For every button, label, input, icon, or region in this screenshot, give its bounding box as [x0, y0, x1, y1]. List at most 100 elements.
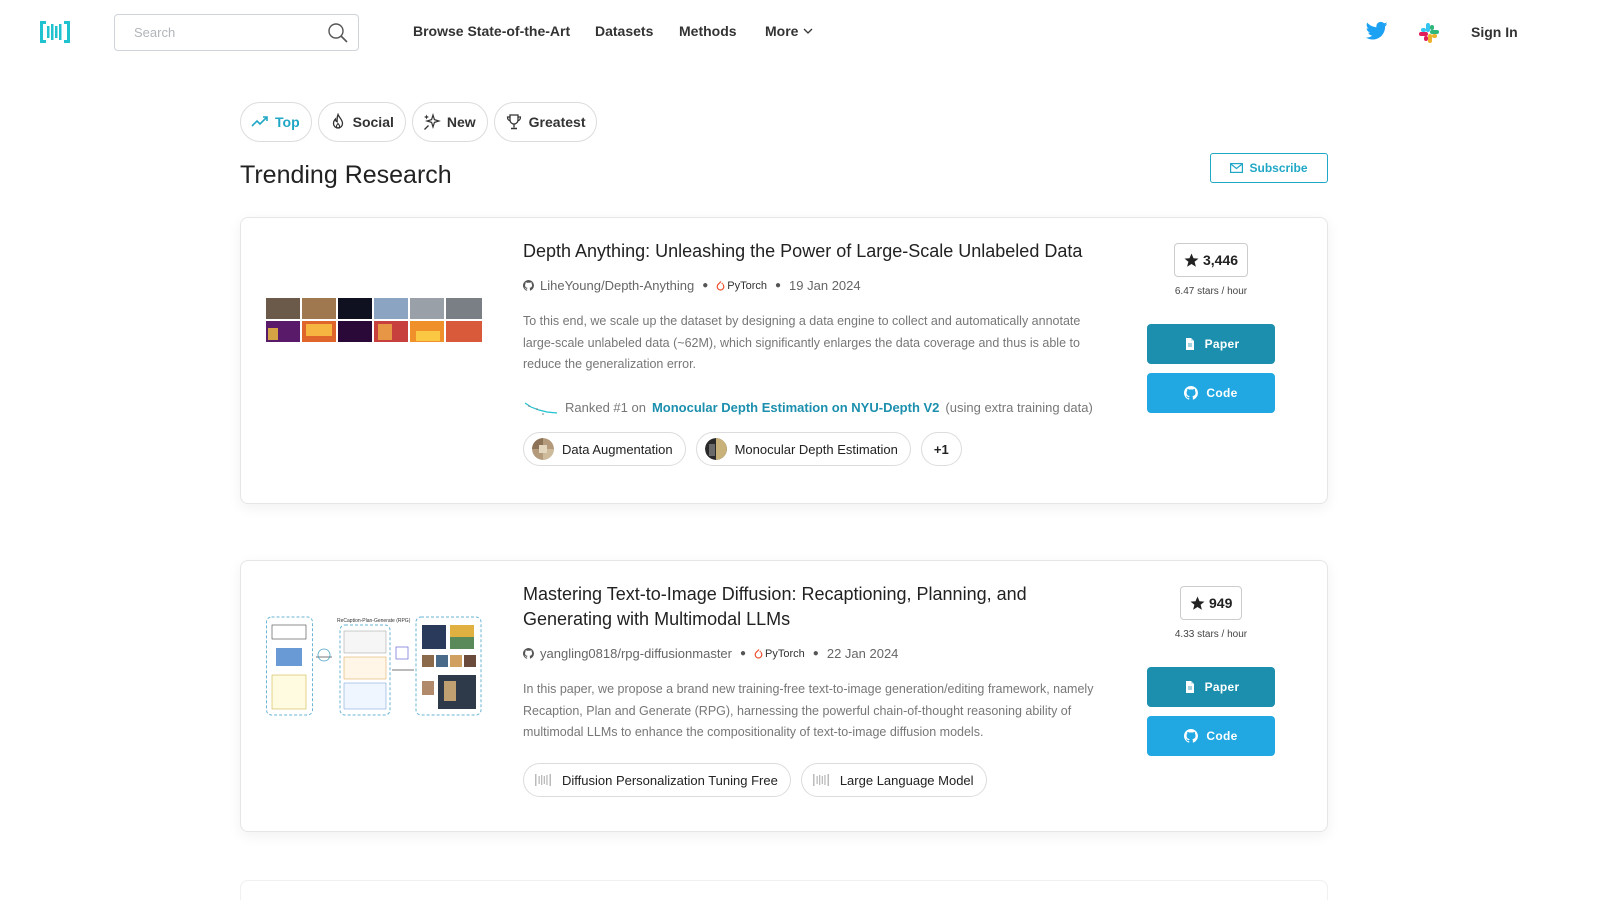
- stars-rate: 6.47 stars / hour: [1174, 286, 1248, 297]
- ranked-prefix: Ranked #1 on: [565, 399, 646, 415]
- tab-greatest[interactable]: Greatest: [493, 102, 598, 142]
- mail-icon: [1230, 163, 1244, 173]
- page-title: Trending Research: [240, 161, 452, 189]
- paper-button-label: Paper: [1204, 337, 1240, 351]
- paper-date: 22 Jan 2024: [826, 646, 899, 661]
- paper-button[interactable]: Paper: [1147, 324, 1275, 364]
- task-thumbnail-icon: [704, 438, 727, 460]
- separator-dot: ●: [775, 280, 782, 291]
- task-chip-label: Monocular Depth Estimation: [734, 441, 898, 457]
- separator-dot: ●: [702, 280, 709, 291]
- tab-top-label: Top: [275, 114, 300, 130]
- framework-label: PyTorch: [765, 647, 805, 660]
- sign-in-link[interactable]: Sign In: [1471, 24, 1518, 40]
- code-button[interactable]: Code: [1147, 373, 1275, 413]
- separator-dot: ●: [740, 648, 747, 659]
- github-icon: [523, 280, 534, 291]
- tab-top[interactable]: Top: [240, 102, 312, 142]
- stars-count: 3,446: [1203, 252, 1239, 268]
- github-icon: [1184, 729, 1199, 743]
- paper-date: 19 Jan 2024: [789, 278, 861, 293]
- nav-more-dropdown[interactable]: More: [765, 23, 813, 39]
- task-chip[interactable]: Monocular Depth Estimation: [695, 432, 911, 466]
- paper-card: Depth Anything: Unleashing the Power of …: [240, 217, 1328, 504]
- stars-rate: 4.33 stars / hour: [1174, 629, 1248, 640]
- framework-badge: PyTorch: [716, 280, 767, 292]
- tab-new[interactable]: New: [411, 102, 488, 142]
- papers-with-code-logo[interactable]: [40, 19, 70, 45]
- trophy-icon: [506, 114, 521, 130]
- trending-up-icon: [251, 116, 268, 127]
- task-chip-label: Diffusion Personalization Tuning Free: [562, 772, 778, 788]
- pytorch-icon: [754, 648, 763, 658]
- github-stars-badge[interactable]: 949: [1180, 586, 1243, 620]
- repo-link[interactable]: LiheYoung/Depth-Anything: [540, 278, 694, 293]
- task-chip[interactable]: Diffusion Personalization Tuning Free: [523, 763, 791, 797]
- tab-social-label: Social: [352, 114, 394, 130]
- task-thumbnail-icon: [532, 438, 554, 460]
- repo-link[interactable]: yangling0818/rpg-diffusionmaster: [540, 646, 732, 661]
- subscribe-label: Subscribe: [1249, 161, 1308, 175]
- paper-button-label: Paper: [1204, 680, 1240, 694]
- sota-sparkline-icon: [524, 402, 558, 415]
- paper-thumbnail[interactable]: ReCaption-Plan-Generate (RPG): [266, 615, 482, 717]
- star-icon: [1184, 253, 1199, 267]
- separator-dot: ●: [812, 648, 819, 659]
- ranked-suffix: (using extra training data): [945, 399, 1093, 415]
- paper-card: ReCaption-Plan-Generate (RPG) Mastering …: [240, 560, 1328, 832]
- file-icon: [1185, 338, 1194, 350]
- sota-ranking: Ranked #1 on Monocular Depth Estimation …: [523, 397, 1093, 417]
- flame-icon: [332, 113, 343, 129]
- framework-label: PyTorch: [727, 279, 767, 292]
- paper-abstract: To this end, we scale up the dataset by …: [523, 314, 1081, 371]
- nav-methods[interactable]: Methods: [679, 23, 737, 39]
- sparkles-icon: [423, 113, 441, 130]
- star-icon: [1190, 596, 1205, 610]
- paper-card-partial: [240, 880, 1328, 900]
- ranked-task-link[interactable]: Monocular Depth Estimation on NYU-Depth …: [652, 400, 939, 415]
- top-navbar: Browse State-of-the-Art Datasets Methods…: [0, 0, 1600, 64]
- trending-filter-tabs: Top Social New Greatest: [240, 102, 598, 142]
- task-chip[interactable]: Data Augmentation: [523, 432, 686, 466]
- task-chip[interactable]: Large Language Model: [800, 763, 987, 797]
- task-chips: Data Augmentation Monocular Depth Estima…: [523, 432, 962, 466]
- task-placeholder-icon: [812, 774, 829, 786]
- paper-title[interactable]: Mastering Text-to-Image Diffusion: Recap…: [523, 582, 1113, 632]
- svg-text:ReCaption-Plan-Generate (RPG): ReCaption-Plan-Generate (RPG): [337, 618, 411, 624]
- framework-badge: PyTorch: [754, 648, 805, 660]
- subscribe-button[interactable]: Subscribe: [1210, 153, 1328, 183]
- pytorch-icon: [716, 280, 725, 290]
- more-tasks-chip[interactable]: +1: [920, 432, 962, 466]
- nav-datasets[interactable]: Datasets: [595, 23, 653, 39]
- stars-count: 949: [1209, 595, 1233, 611]
- paper-abstract: In this paper, we propose a brand new tr…: [523, 682, 1094, 739]
- paper-button[interactable]: Paper: [1147, 667, 1275, 707]
- tab-greatest-label: Greatest: [528, 114, 586, 130]
- paper-meta: LiheYoung/Depth-Anything ● PyTorch ● 19 …: [523, 278, 861, 293]
- github-stars-badge[interactable]: 3,446: [1174, 243, 1249, 277]
- github-icon: [523, 648, 534, 659]
- task-placeholder-icon: [535, 774, 551, 786]
- github-icon: [1184, 386, 1199, 400]
- tab-new-label: New: [446, 114, 476, 130]
- paper-thumbnail[interactable]: [266, 298, 482, 342]
- twitter-icon[interactable]: [1366, 21, 1388, 41]
- search-box: [114, 14, 359, 51]
- file-icon: [1185, 681, 1194, 693]
- nav-browse-sota[interactable]: Browse State-of-the-Art: [413, 23, 570, 39]
- code-button-label: Code: [1206, 386, 1238, 400]
- slack-icon[interactable]: [1418, 22, 1440, 44]
- chevron-down-icon: [803, 28, 813, 34]
- task-chip-label: Large Language Model: [839, 772, 974, 788]
- search-input[interactable]: [116, 16, 316, 49]
- nav-more-label: More: [765, 23, 799, 39]
- code-button-label: Code: [1206, 729, 1238, 743]
- more-tasks-label: +1: [933, 441, 949, 457]
- search-icon[interactable]: [327, 22, 349, 44]
- task-chips: Diffusion Personalization Tuning Free La…: [523, 763, 987, 797]
- code-button[interactable]: Code: [1147, 716, 1275, 756]
- tab-social[interactable]: Social: [317, 102, 406, 142]
- paper-title[interactable]: Depth Anything: Unleashing the Power of …: [523, 239, 1113, 264]
- task-chip-label: Data Augmentation: [562, 441, 673, 457]
- paper-meta: yangling0818/rpg-diffusionmaster ● PyTor…: [523, 646, 898, 661]
